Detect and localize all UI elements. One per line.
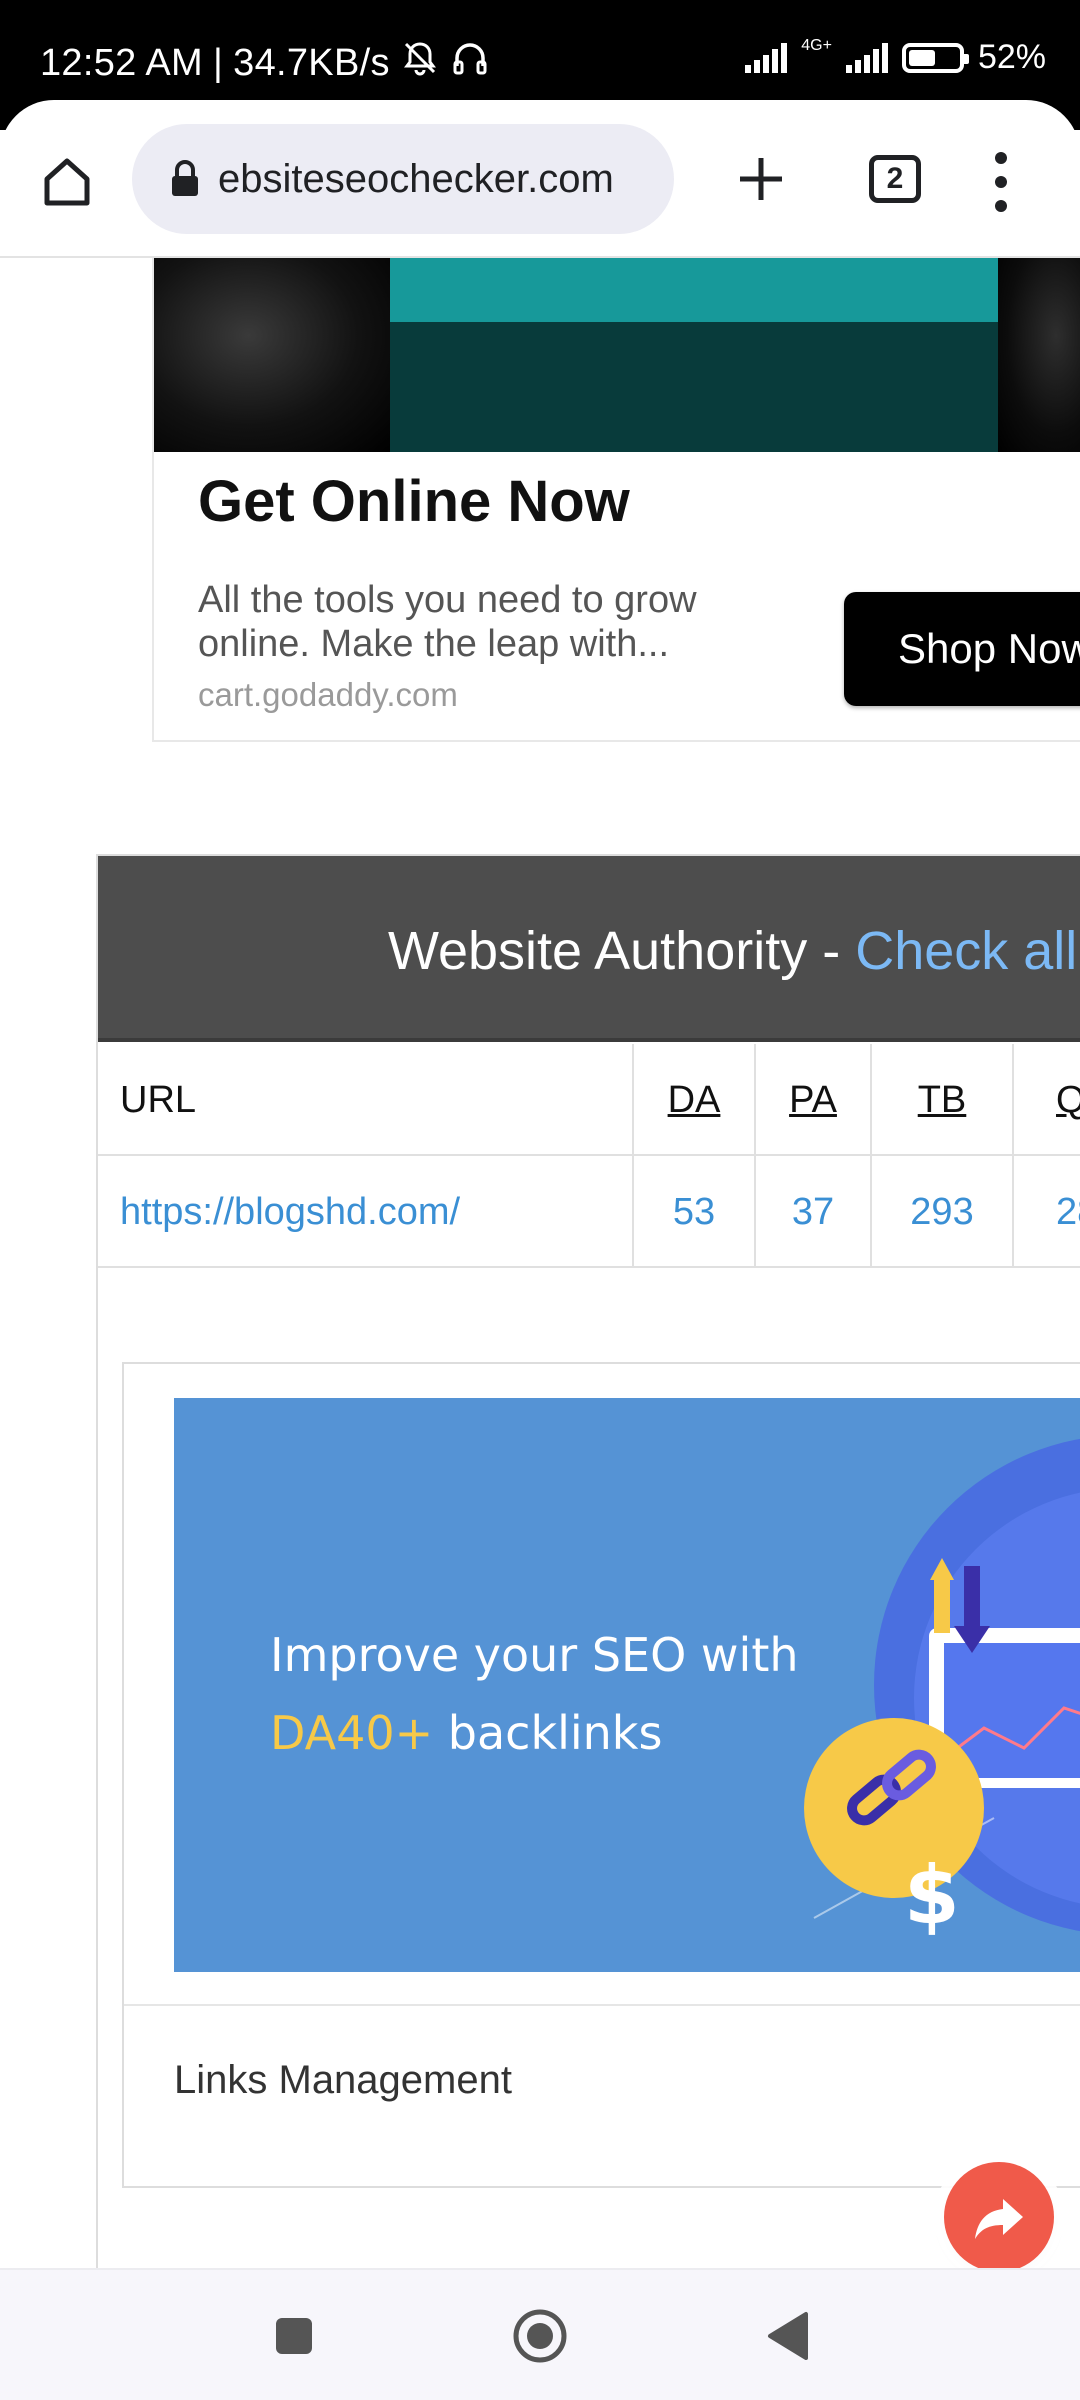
- promo-line-2: DA40+ backlinks: [270, 1694, 799, 1772]
- svg-text:$: $: [904, 1849, 960, 1942]
- battery-icon: [901, 42, 969, 73]
- network-type: 4G+: [801, 36, 832, 54]
- url-text: ebsiteseochecker.com: [218, 156, 614, 201]
- status-right: 4G+ 52%: [745, 36, 1046, 77]
- lock-icon: [172, 160, 198, 196]
- row-qf-value[interactable]: 28: [1012, 1156, 1080, 1268]
- divider: [124, 2004, 1080, 2006]
- row-url-link[interactable]: https://blogshd.com/: [98, 1156, 632, 1268]
- promo-line-1: Improve your SEO with: [270, 1628, 799, 1682]
- home-button[interactable]: [32, 146, 102, 216]
- row-tb-value[interactable]: 293: [870, 1156, 1012, 1268]
- section-title-text: Website Authority -: [388, 921, 856, 981]
- more-menu-button[interactable]: [976, 144, 1026, 220]
- address-bar[interactable]: ebsiteseochecker.com: [132, 124, 674, 234]
- ad-image[interactable]: [154, 258, 1080, 452]
- website-authority-header: Website Authority - Check all: [98, 856, 1080, 1042]
- column-header-da[interactable]: DA: [632, 1044, 754, 1156]
- signal-icon-2: [845, 42, 888, 73]
- status-time: 12:52 AM: [40, 41, 203, 84]
- circle-icon: [513, 2309, 567, 2363]
- status-separator: |: [212, 41, 224, 84]
- menu-dot: [995, 152, 1007, 164]
- plus-icon: [740, 158, 782, 200]
- links-management-label[interactable]: Links Management: [174, 2058, 512, 2103]
- table-row: https://blogshd.com/ 53 37 293 28: [98, 1156, 1080, 1268]
- row-da-value[interactable]: 53: [632, 1156, 754, 1268]
- seo-promo-banner[interactable]: Improve your SEO with DA40+ backlinks $: [174, 1398, 1080, 1972]
- back-triangle-icon: [768, 2312, 808, 2360]
- section-title: Website Authority - Check all: [388, 920, 1077, 982]
- share-arrow-icon: [975, 2199, 1023, 2239]
- promo-highlight: DA40+: [270, 1706, 434, 1760]
- screen: { "status_bar": { "time": "12:52 AM", "s…: [0, 0, 1080, 2400]
- promo-text: Improve your SEO with DA40+ backlinks: [270, 1616, 799, 1772]
- headphones-icon: [450, 38, 490, 88]
- share-button[interactable]: [944, 2162, 1054, 2268]
- column-header-pa[interactable]: PA: [754, 1044, 870, 1156]
- column-header-url: URL: [120, 1078, 197, 1121]
- battery-percent: 52%: [977, 38, 1046, 76]
- back-button[interactable]: [756, 2304, 820, 2368]
- table-header-row: URL DA PA TB QF: [98, 1044, 1080, 1156]
- backlink-illustration-icon: $: [804, 1438, 1080, 1942]
- ad-title[interactable]: Get Online Now: [198, 468, 630, 535]
- status-left: 12:52 AM | 34.7KB/s: [40, 38, 490, 88]
- tab-switcher-button[interactable]: 2: [862, 146, 928, 212]
- menu-dot: [995, 200, 1007, 212]
- website-authority-section: Website Authority - Check all URL DA PA …: [96, 854, 1080, 2268]
- home-nav-button[interactable]: [508, 2304, 572, 2368]
- authority-table: URL DA PA TB QF https://blogshd.com/ 53 …: [98, 1044, 1080, 1268]
- promo-line-2-rest: backlinks: [433, 1706, 663, 1760]
- system-nav-bar: [0, 2268, 1080, 2400]
- home-icon: [44, 158, 90, 206]
- browser-toolbar: ebsiteseochecker.com 2: [0, 100, 1080, 258]
- shop-now-button[interactable]: Shop Now: [844, 592, 1080, 706]
- ad-domain[interactable]: cart.godaddy.com: [198, 676, 458, 714]
- check-all-link[interactable]: Check all: [855, 921, 1077, 981]
- recents-button[interactable]: [262, 2304, 326, 2368]
- row-pa-value[interactable]: 37: [754, 1156, 870, 1268]
- column-header-tb[interactable]: TB: [870, 1044, 1012, 1156]
- menu-dot: [995, 176, 1007, 188]
- page-content[interactable]: Get Online Now All the tools you need to…: [0, 258, 1080, 2268]
- ad-description: All the tools you need to grow online. M…: [198, 579, 697, 665]
- status-speed: 34.7KB/s: [233, 41, 390, 84]
- column-header-qf[interactable]: QF: [1012, 1044, 1080, 1156]
- signal-icon: [745, 42, 788, 73]
- ad-card[interactable]: Get Online Now All the tools you need to…: [152, 258, 1080, 742]
- mute-bell-icon: [400, 38, 440, 88]
- tab-count: 2: [869, 155, 921, 203]
- new-tab-button[interactable]: [726, 144, 796, 214]
- promo-box: Improve your SEO with DA40+ backlinks $ …: [122, 1362, 1080, 2188]
- square-icon: [276, 2318, 312, 2354]
